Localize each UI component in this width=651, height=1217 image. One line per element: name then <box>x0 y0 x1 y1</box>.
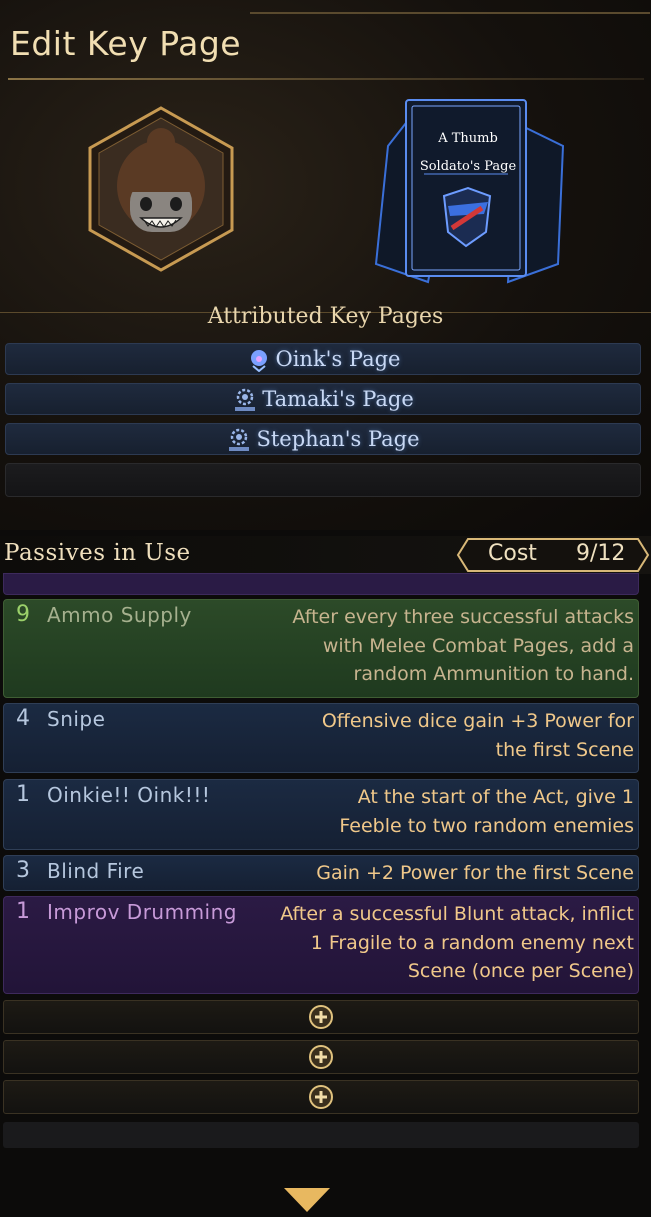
key-page-card[interactable] <box>368 94 568 284</box>
passive-ammo-supply[interactable]: 9 Ammo Supply After every three successf… <box>3 599 639 698</box>
passive-name: Blind Fire <box>47 859 145 883</box>
attributed-item-label: Oink's Page <box>275 347 401 371</box>
attributed-item-label: Tamaki's Page <box>262 387 414 411</box>
attributed-empty-slot[interactable] <box>5 463 641 497</box>
passive-oinkie[interactable]: 1 Oinkie!! Oink!!! At the start of the A… <box>3 779 639 850</box>
attributed-item-oink[interactable]: Oink's Page <box>5 343 641 375</box>
key-page-title-line1: A Thumb <box>438 131 498 146</box>
plus-icon <box>309 1005 333 1029</box>
gear-emblem-icon <box>226 426 252 452</box>
passive-snipe[interactable]: 4 Snipe Offensive dice gain +3 Power for… <box>3 703 639 773</box>
plus-icon <box>309 1045 333 1069</box>
cost-value: 9/12 <box>576 541 626 566</box>
attributed-item-tamaki[interactable]: Tamaki's Page <box>5 383 641 415</box>
scrolled-passive-edge <box>3 573 639 595</box>
attributed-item-stephan[interactable]: Stephan's Page <box>5 423 641 455</box>
passive-improv-drumming[interactable]: 1 Improv Drumming After a successful Blu… <box>3 896 639 994</box>
passive-name: Improv Drumming <box>47 900 237 924</box>
passive-description: Gain +2 Power for the first Scene <box>316 862 634 884</box>
passives-heading: Passives in Use <box>4 540 191 566</box>
title-divider <box>8 78 644 80</box>
page-title: Edit Key Page <box>10 24 242 63</box>
add-passive-slot[interactable] <box>3 1080 639 1114</box>
passive-name: Ammo Supply <box>47 603 192 627</box>
passive-cost: 9 <box>16 602 30 627</box>
passive-description: After every three successful attacks wit… <box>292 606 634 685</box>
passive-name: Snipe <box>47 707 106 731</box>
passive-description: At the start of the Act, give 1 Feeble t… <box>339 786 634 837</box>
frame-ornament <box>250 12 650 14</box>
passive-cost: 1 <box>16 782 30 807</box>
cost-label: Cost <box>488 541 537 566</box>
passive-description: After a successful Blunt attack, inflict… <box>280 903 634 982</box>
character-portrait[interactable] <box>86 104 236 274</box>
passive-blind-fire[interactable]: 3 Blind Fire Gain +2 Power for the first… <box>3 855 639 891</box>
attributed-heading: Attributed Key Pages <box>207 304 444 329</box>
passive-description: Offensive dice gain +3 Power for the fir… <box>321 710 634 761</box>
add-passive-slot[interactable] <box>3 1040 639 1074</box>
empty-passive-slot <box>3 1122 639 1148</box>
attributed-item-label: Stephan's Page <box>256 427 420 451</box>
key-page-title-line2: Soldato's Page <box>419 159 517 174</box>
scroll-down-arrow-icon[interactable] <box>282 1186 332 1214</box>
plus-icon <box>309 1085 333 1109</box>
pig-icon <box>246 346 272 373</box>
passive-name: Oinkie!! Oink!!! <box>47 783 211 807</box>
gear-emblem-icon <box>232 386 258 412</box>
passive-cost: 1 <box>16 899 30 924</box>
passive-cost: 4 <box>16 706 30 731</box>
add-passive-slot[interactable] <box>3 1000 639 1034</box>
passive-cost: 3 <box>16 858 30 883</box>
